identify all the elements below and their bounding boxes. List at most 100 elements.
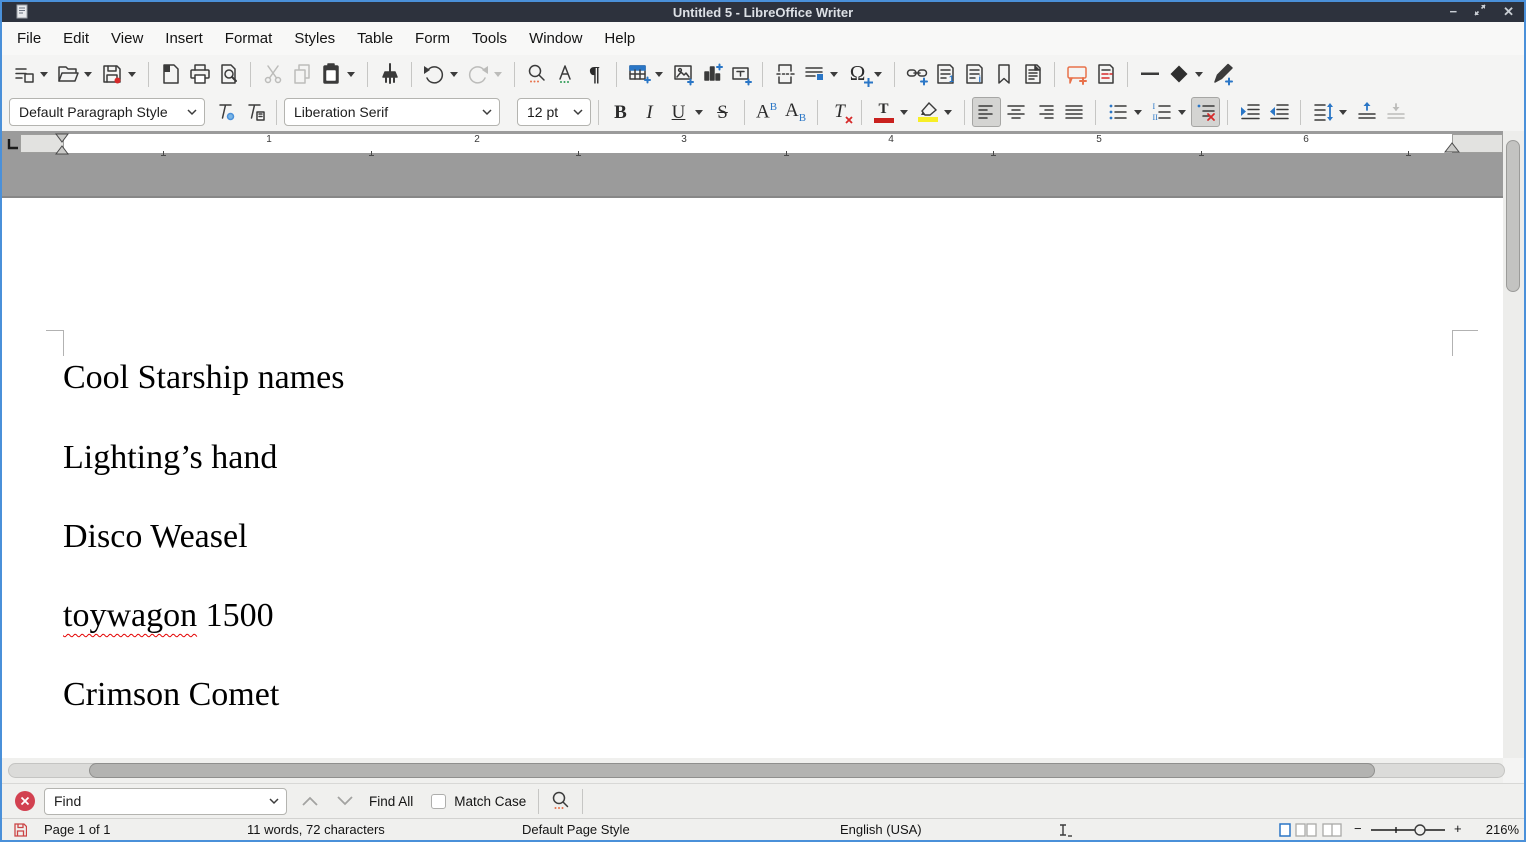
doc-paragraph[interactable]: Disco Weasel [63,518,248,556]
doc-paragraph[interactable]: Lighting’s hand [63,439,277,477]
undo-dropdown-icon[interactable] [450,72,458,77]
zoom-out-button[interactable]: − [1354,821,1362,836]
line-spacing-button[interactable] [1308,97,1337,127]
menu-insert[interactable]: Insert [154,25,214,52]
right-indent-marker-icon[interactable] [1444,142,1460,153]
horizontal-ruler[interactable]: 1 2 3 4 5 6 [2,131,1524,157]
formatting-marks-button[interactable]: ¶ [580,59,609,89]
open-dropdown-icon[interactable] [84,72,92,77]
track-changes-button[interactable] [1091,59,1120,89]
paste-button[interactable] [316,59,345,89]
insert-field-dropdown-icon[interactable] [830,72,838,77]
menu-table[interactable]: Table [346,25,404,52]
misspelled-word[interactable]: toywagon [63,597,197,634]
paste-dropdown-icon[interactable] [347,72,355,77]
insert-chart-button[interactable] [697,59,726,89]
menu-edit[interactable]: Edit [52,25,100,52]
new-document-button[interactable] [9,59,38,89]
superscript-button[interactable]: AB [752,97,781,127]
unordered-list-dropdown-icon[interactable] [1134,110,1142,115]
single-page-view-icon[interactable] [1279,823,1291,837]
insert-cross-reference-button[interactable] [1018,59,1047,89]
close-button[interactable]: ✕ [1503,2,1514,22]
font-color-button[interactable]: T [869,97,898,127]
special-character-dropdown-icon[interactable] [874,72,882,77]
highlight-color-button[interactable] [913,97,942,127]
document-area[interactable]: Cool Starship names Lighting’s hand Disc… [2,157,1503,758]
book-view-icon[interactable] [1322,823,1342,837]
menu-help[interactable]: Help [593,25,646,52]
doc-paragraph[interactable]: toywagon 1500 [63,597,274,635]
bold-button[interactable]: B [606,97,635,127]
insert-comment-button[interactable] [1062,59,1091,89]
find-replace-button[interactable] [522,59,551,89]
highlight-color-dropdown-icon[interactable] [944,110,952,115]
minimize-button[interactable]: − [1450,2,1458,22]
ordered-list-button[interactable]: III [1147,97,1176,127]
menu-file[interactable]: File [6,25,52,52]
line-spacing-dropdown-icon[interactable] [1339,110,1347,115]
insert-hyperlink-button[interactable] [902,59,931,89]
zoom-in-button[interactable]: + [1454,821,1462,836]
find-and-replace-button[interactable] [546,786,575,816]
italic-button[interactable]: I [635,97,664,127]
spelling-button[interactable] [551,59,580,89]
font-name-combo[interactable]: Liberation Serif [284,98,500,126]
clone-formatting-button[interactable] [375,59,404,89]
align-right-button[interactable] [1030,97,1059,127]
doc-paragraph[interactable]: Crimson Comet [63,676,279,714]
decrease-indent-button[interactable] [1264,97,1293,127]
menu-window[interactable]: Window [518,25,593,52]
redo-dropdown-icon[interactable] [494,72,502,77]
unordered-list-button[interactable] [1103,97,1132,127]
special-character-button[interactable]: Ω [843,59,872,89]
tab-stop-selector-icon[interactable] [7,138,19,150]
menu-styles[interactable]: Styles [283,25,346,52]
insert-page-break-button[interactable] [770,59,799,89]
title-bar[interactable]: Untitled 5 - LibreOffice Writer − ✕ [2,2,1524,22]
align-center-button[interactable] [1001,97,1030,127]
insert-footnote-button[interactable]: 1 [931,59,960,89]
horizontal-scrollbar[interactable] [2,758,1503,783]
indent-marker-icon[interactable] [54,133,70,156]
insert-endnote-button[interactable]: i [960,59,989,89]
insert-bookmark-button[interactable] [989,59,1018,89]
save-dropdown-icon[interactable] [128,72,136,77]
menu-tools[interactable]: Tools [461,25,518,52]
justify-button[interactable] [1059,97,1088,127]
insert-table-dropdown-icon[interactable] [655,72,663,77]
underline-dropdown-icon[interactable] [695,110,703,115]
font-color-dropdown-icon[interactable] [900,110,908,115]
font-size-combo[interactable]: 12 pt [517,98,591,126]
vertical-scrollbar-thumb[interactable] [1506,140,1520,292]
draw-functions-button[interactable] [1208,59,1237,89]
increase-paragraph-spacing-button[interactable] [1352,97,1381,127]
align-left-button[interactable] [972,97,1001,127]
print-preview-button[interactable] [214,59,243,89]
horizontal-scrollbar-thumb[interactable] [89,763,1375,778]
close-find-bar-button[interactable] [15,791,35,811]
multi-page-view-icon[interactable] [1295,823,1317,837]
find-all-button[interactable]: Find All [369,794,413,809]
strikethrough-button[interactable]: S [708,97,737,127]
insert-table-button[interactable] [624,59,653,89]
increase-indent-button[interactable] [1235,97,1264,127]
insert-image-button[interactable] [668,59,697,89]
page[interactable] [2,196,1503,758]
basic-shapes-button[interactable] [1164,59,1193,89]
restore-button[interactable] [1474,2,1486,22]
horizontal-line-button[interactable] [1135,59,1164,89]
no-list-button[interactable] [1191,97,1220,127]
menu-view[interactable]: View [100,25,154,52]
subscript-button[interactable]: AB [781,97,810,127]
text-language[interactable]: English (USA) [840,822,922,837]
zoom-level[interactable]: 216% [1479,822,1519,837]
underline-button[interactable]: U [664,97,693,127]
insert-mode-icon[interactable] [1058,824,1074,837]
page-style[interactable]: Default Page Style [522,822,630,837]
open-button[interactable] [53,59,82,89]
match-case-label[interactable]: Match Case [454,794,526,809]
ordered-list-dropdown-icon[interactable] [1178,110,1186,115]
new-style-button[interactable] [240,97,269,127]
match-case-checkbox[interactable] [431,794,446,809]
